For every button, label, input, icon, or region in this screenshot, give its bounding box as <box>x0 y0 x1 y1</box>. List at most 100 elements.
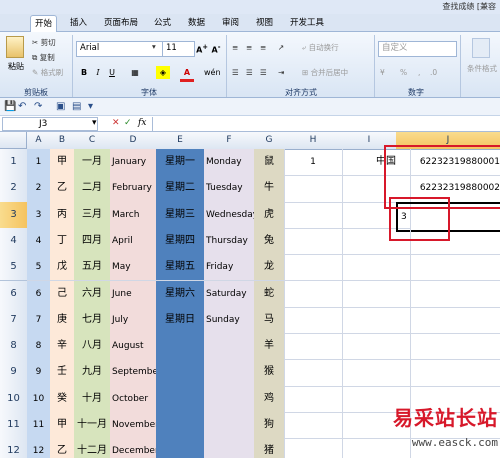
cell-a7[interactable]: 7 <box>27 306 51 335</box>
cell-a1[interactable]: 1 <box>27 149 51 177</box>
cell-j7[interactable] <box>396 307 500 335</box>
wrap-text-button[interactable]: ⤶ 自动换行 <box>302 41 339 54</box>
column-header-e[interactable]: E <box>156 132 205 150</box>
font-name-select[interactable]: Arial <box>76 41 163 57</box>
cell-b2[interactable]: 乙 <box>50 175 75 203</box>
cell-h3[interactable] <box>284 201 343 229</box>
tab-page-layout[interactable]: 页面布局 <box>100 15 142 31</box>
align-middle-icon[interactable]: ≡ <box>246 41 252 54</box>
cell-b10[interactable]: 癸 <box>50 385 75 413</box>
align-top-icon[interactable]: ≡ <box>232 41 238 54</box>
cell-a3[interactable]: 3 <box>27 201 51 229</box>
tab-view[interactable]: 视图 <box>252 15 277 31</box>
cell-d1[interactable]: January <box>110 149 159 177</box>
cell-f9[interactable] <box>204 359 257 387</box>
cell-a10[interactable]: 10 <box>27 385 51 413</box>
cell-a11[interactable]: 11 <box>27 412 51 440</box>
cell-d3[interactable]: March <box>110 201 159 229</box>
cell-h11[interactable] <box>284 412 343 440</box>
cell-e12[interactable] <box>156 438 205 458</box>
cell-c8[interactable]: 八月 <box>74 333 111 361</box>
row-header-4[interactable]: 4 <box>0 227 28 256</box>
cell-j9[interactable] <box>396 359 500 387</box>
formula-input[interactable] <box>152 117 498 131</box>
column-header-g[interactable]: G <box>254 132 285 150</box>
align-left-icon[interactable]: ☰ <box>232 66 239 79</box>
cell-e7[interactable]: 星期日 <box>156 306 205 335</box>
cell-a2[interactable]: 2 <box>27 175 51 203</box>
cell-j5[interactable] <box>396 254 500 282</box>
cell-e11[interactable] <box>156 412 205 440</box>
cell-e6[interactable]: 星期六 <box>156 280 205 308</box>
percent-icon[interactable]: % <box>400 66 407 79</box>
cell-f2[interactable]: Tuesday <box>204 175 257 203</box>
currency-icon[interactable]: ¥ <box>380 66 385 79</box>
comma-icon[interactable]: , <box>418 66 420 79</box>
tab-review[interactable]: 审阅 <box>218 15 243 31</box>
cell-a6[interactable]: 6 <box>27 280 51 308</box>
cell-f12[interactable] <box>204 438 257 458</box>
name-box[interactable]: J3 <box>2 117 98 131</box>
cell-e9[interactable] <box>156 359 205 387</box>
cell-c6[interactable]: 六月 <box>74 280 111 308</box>
cell-g4[interactable]: 兔 <box>254 227 285 256</box>
cell-c9[interactable]: 九月 <box>74 359 111 387</box>
cell-h4[interactable] <box>284 227 343 256</box>
row-header-7[interactable]: 7 <box>0 306 28 335</box>
cell-a5[interactable]: 5 <box>27 254 51 282</box>
cell-b9[interactable]: 壬 <box>50 359 75 387</box>
column-header-f[interactable]: F <box>204 132 255 150</box>
cell-e8[interactable] <box>156 333 205 361</box>
column-header-a[interactable]: A <box>27 132 51 150</box>
cell-b4[interactable]: 丁 <box>50 227 75 256</box>
align-right-icon[interactable]: ☰ <box>260 66 267 79</box>
increase-decimal-icon[interactable]: .0 <box>430 66 437 79</box>
tab-developer[interactable]: 开发工具 <box>286 15 328 31</box>
redo-icon[interactable]: ↷ <box>34 101 42 112</box>
cell-g8[interactable]: 羊 <box>254 333 285 361</box>
row-header-6[interactable]: 6 <box>0 280 28 308</box>
save-icon[interactable]: 💾 <box>4 101 16 112</box>
row-header-1[interactable]: 1 <box>0 149 28 177</box>
cell-h6[interactable] <box>284 280 343 308</box>
cell-f8[interactable] <box>204 333 257 361</box>
align-bottom-icon[interactable]: ≡ <box>260 41 266 54</box>
cell-e10[interactable] <box>156 385 205 413</box>
cell-j6[interactable] <box>396 281 500 308</box>
cell-f5[interactable]: Friday <box>204 254 257 282</box>
cell-a8[interactable]: 8 <box>27 333 51 361</box>
cell-g11[interactable]: 狗 <box>254 412 285 440</box>
toolbar-icon[interactable]: ▤ <box>72 101 81 112</box>
cell-h12[interactable] <box>284 438 343 458</box>
column-header-h[interactable]: H <box>284 132 343 150</box>
cell-c7[interactable]: 七月 <box>74 306 111 335</box>
chevron-down-icon[interactable]: ▾ <box>152 42 156 51</box>
paste-button[interactable]: 粘贴 <box>4 60 28 73</box>
bold-icon[interactable]: B <box>78 66 90 79</box>
cell-g3[interactable]: 虎 <box>254 201 285 229</box>
cell-e1[interactable]: 星期一 <box>156 149 205 177</box>
cell-g6[interactable]: 蛇 <box>254 280 285 308</box>
cell-d5[interactable]: May <box>110 254 159 282</box>
cell-f4[interactable]: Thursday <box>204 227 257 256</box>
cell-g10[interactable]: 鸡 <box>254 385 285 413</box>
number-format-select[interactable]: 自定义 <box>378 41 457 57</box>
toolbar-icon[interactable]: ▣ <box>56 101 65 112</box>
cell-g9[interactable]: 猴 <box>254 359 285 387</box>
cell-c1[interactable]: 一月 <box>74 149 111 177</box>
enter-icon[interactable]: ✓ <box>124 118 132 128</box>
undo-icon[interactable]: ↶ <box>18 101 26 112</box>
cell-c10[interactable]: 十月 <box>74 385 111 413</box>
row-header-10[interactable]: 10 <box>0 385 28 413</box>
font-color-icon[interactable]: A <box>180 66 194 82</box>
cell-a4[interactable]: 4 <box>27 227 51 256</box>
chevron-down-icon[interactable]: ▾ <box>92 118 97 128</box>
cell-b7[interactable]: 庚 <box>50 306 75 335</box>
fill-color-icon[interactable]: ◈ <box>156 66 170 79</box>
copy-button[interactable]: ⧉ 复制 <box>32 51 55 64</box>
conditional-format-button[interactable]: 条件格式 <box>464 62 500 75</box>
row-header-11[interactable]: 11 <box>0 412 28 440</box>
row-header-9[interactable]: 9 <box>0 359 28 387</box>
cancel-icon[interactable]: ✕ <box>112 118 120 128</box>
cell-c2[interactable]: 二月 <box>74 175 111 203</box>
